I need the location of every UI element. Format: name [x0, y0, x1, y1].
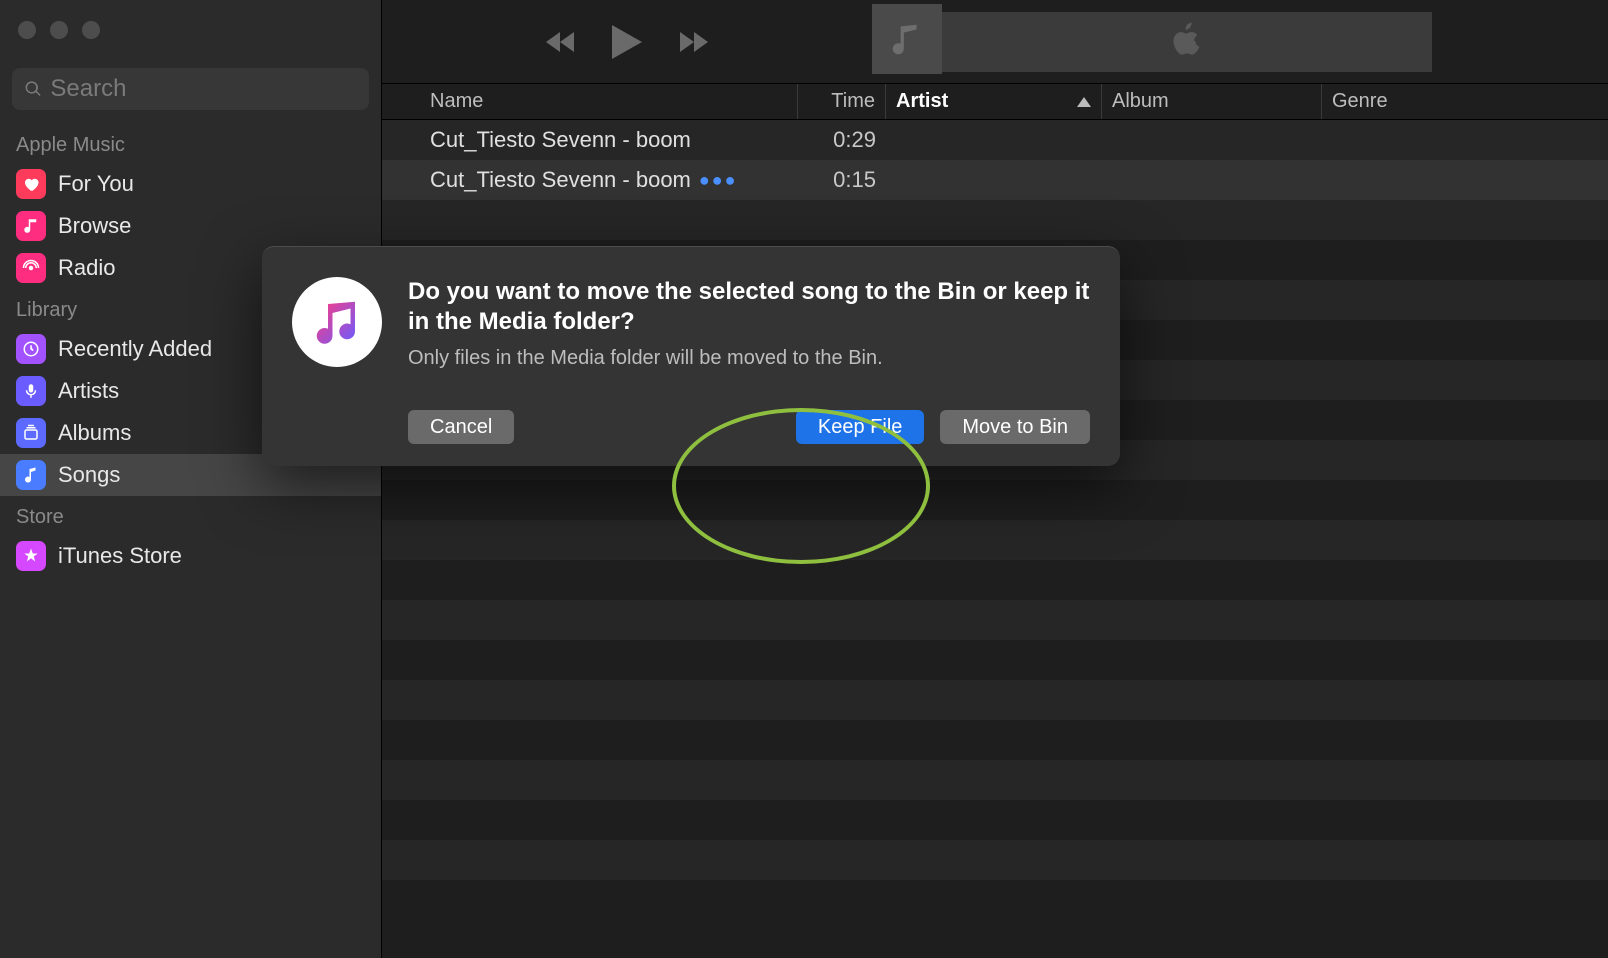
column-album[interactable]: Album [1102, 84, 1322, 119]
column-time[interactable]: Time [798, 84, 886, 119]
sidebar-item-label: Radio [58, 255, 115, 281]
keep-file-button[interactable]: Keep File [796, 410, 925, 444]
sidebar-item-label: Albums [58, 420, 131, 446]
dialog-title: Do you want to move the selected song to… [408, 277, 1090, 337]
star-icon [16, 541, 46, 571]
move-to-bin-button[interactable]: Move to Bin [940, 410, 1090, 444]
sort-asc-icon [1077, 97, 1091, 107]
table-row [382, 480, 1608, 520]
zoom-window[interactable] [82, 21, 100, 39]
more-options-icon[interactable]: ●●● [699, 170, 738, 191]
search-input[interactable] [50, 75, 357, 103]
table-row[interactable]: Cut_Tiesto Sevenn - boom 0:29 [382, 120, 1608, 160]
table-row [382, 680, 1608, 720]
player-toolbar [382, 0, 1608, 84]
cancel-button[interactable]: Cancel [408, 410, 514, 444]
album-art-placeholder [872, 4, 942, 74]
window-controls [0, 0, 381, 60]
song-note-icon [16, 460, 46, 490]
table-row [382, 720, 1608, 760]
table-row [382, 760, 1608, 800]
sidebar-item-browse[interactable]: Browse [0, 205, 381, 247]
table-row [382, 520, 1608, 560]
track-name: Cut_Tiesto Sevenn - boom [430, 127, 691, 153]
radio-icon [16, 253, 46, 283]
apple-logo-icon [1169, 21, 1205, 62]
table-row [382, 600, 1608, 640]
sidebar: Apple Music For You Browse Radio Library… [0, 0, 382, 958]
sidebar-item-label: Browse [58, 213, 131, 239]
music-note-icon [16, 211, 46, 241]
track-name: Cut_Tiesto Sevenn - boom [430, 167, 691, 193]
column-genre[interactable]: Genre [1322, 84, 1608, 119]
search-field[interactable] [12, 68, 369, 110]
track-time: 0:29 [798, 120, 886, 160]
heart-icon [16, 169, 46, 199]
sidebar-item-label: For You [58, 171, 134, 197]
table-row [382, 880, 1608, 920]
table-header: Name Time Artist Album Genre [382, 84, 1608, 120]
sidebar-item-label: Songs [58, 462, 120, 488]
section-store: Store [0, 496, 381, 535]
column-artist-label: Artist [896, 90, 948, 113]
table-row [382, 840, 1608, 880]
track-time: 0:15 [798, 160, 886, 200]
sidebar-item-for-you[interactable]: For You [0, 163, 381, 205]
section-apple-music: Apple Music [0, 124, 381, 163]
table-row[interactable]: Cut_Tiesto Sevenn - boom ●●● 0:15 [382, 160, 1608, 200]
sidebar-item-label: iTunes Store [58, 543, 182, 569]
delete-song-dialog: Do you want to move the selected song to… [262, 246, 1120, 466]
minimize-window[interactable] [50, 21, 68, 39]
previous-track-icon[interactable] [542, 29, 582, 55]
column-name[interactable]: Name [418, 84, 798, 119]
play-icon[interactable] [610, 23, 644, 61]
table-row [382, 800, 1608, 840]
next-track-icon[interactable] [672, 29, 712, 55]
sidebar-item-itunes-store[interactable]: iTunes Store [0, 535, 381, 577]
albums-icon [16, 418, 46, 448]
table-row [382, 640, 1608, 680]
column-artist[interactable]: Artist [886, 84, 1102, 119]
main-content: Name Time Artist Album Genre Cut_Tiesto … [382, 0, 1608, 958]
microphone-icon [16, 376, 46, 406]
now-playing-display [872, 12, 1432, 72]
music-app-icon [292, 277, 382, 367]
close-window[interactable] [18, 21, 36, 39]
sidebar-item-label: Artists [58, 378, 119, 404]
sidebar-item-label: Recently Added [58, 336, 212, 362]
clock-icon [16, 334, 46, 364]
search-icon [24, 79, 42, 99]
dialog-subtitle: Only files in the Media folder will be m… [408, 347, 1090, 370]
table-row [382, 560, 1608, 600]
table-row [382, 200, 1608, 240]
